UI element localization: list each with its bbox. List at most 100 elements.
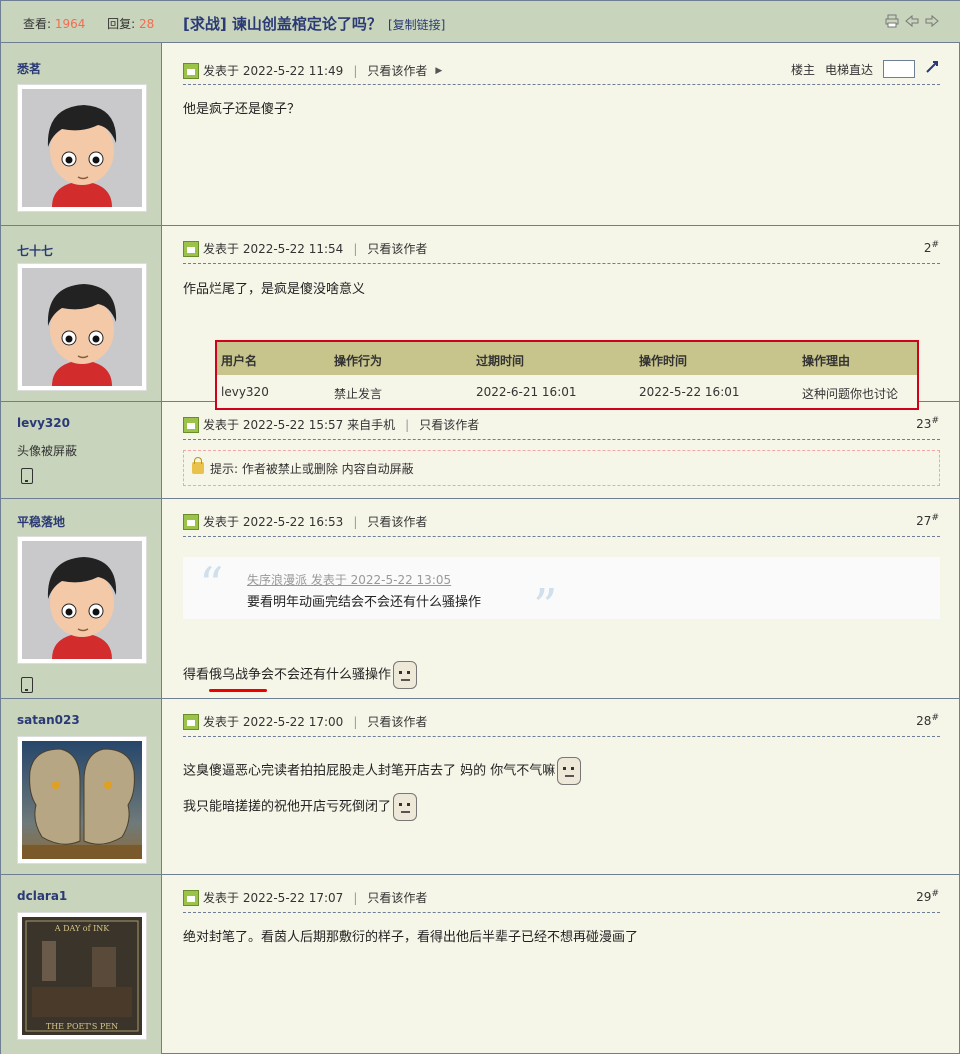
thread-stats: 查看: 1964 回复: 28 <box>23 15 154 32</box>
previous-thread-icon[interactable] <box>905 14 919 28</box>
post-1: 悉茗 发表于 2022-5-22 11:49 | 只看该作者 ▶ 楼主 电梯直达… <box>1 44 960 225</box>
post-status-icon <box>183 240 199 257</box>
moderation-table: 用户名 操作行为 过期时间 操作时间 操作理由 levy320 禁止发言 202… <box>215 340 919 410</box>
mobile-icon <box>21 468 33 484</box>
only-author-link[interactable]: 只看该作者 <box>367 513 427 530</box>
emoticon-icon <box>557 757 582 785</box>
red-underline-annotation <box>209 689 267 692</box>
post-content-line-1: 这臭傻逼恶心完读者拍拍屁股走人封笔开店去了 妈的 你气不气嘛 <box>183 757 582 785</box>
avatar-caption-top: A DAY of INK <box>54 924 110 933</box>
post-date: 发表于 2022-5-22 17:07 <box>203 891 344 905</box>
quote-source[interactable]: 失序浪漫派 发表于 2022-5-22 13:05 <box>247 571 451 588</box>
post-content: 绝对封笔了。看茵人后期那敷衍的样子，看得出他后半辈子已经不想再碰漫画了 <box>183 930 639 945</box>
thread-page: 查看: 1964 回复: 28 [求战] 谏山创盖棺定论了吗？ [复制链接] 悉茗 <box>0 0 960 1054</box>
post-status-icon <box>183 416 199 433</box>
mod-header-user: 用户名 <box>221 354 258 368</box>
post-divider <box>183 84 940 85</box>
post-meta: 发表于 2022-5-22 11:49 | 只看该作者 ▶ <box>183 62 442 79</box>
copy-link-button[interactable]: [复制链接] <box>388 18 445 32</box>
post-status-icon <box>183 62 199 79</box>
post-author[interactable]: levy320 <box>17 416 70 430</box>
avatar[interactable] <box>17 536 147 664</box>
only-author-link[interactable]: 只看该作者 <box>419 416 479 433</box>
header-tools <box>885 14 939 28</box>
post-author[interactable]: dclara1 <box>17 889 67 903</box>
floor-jump-input[interactable] <box>883 60 915 78</box>
floor-number[interactable]: 2# <box>924 240 939 255</box>
quote-text: 要看明年动画完结会不会还有什么骚操作 <box>247 595 482 610</box>
floor-number[interactable]: 23# <box>916 416 939 431</box>
post-meta: 发表于 2022-5-22 16:53 | 只看该作者 <box>183 513 427 530</box>
post-6: dclara1 A DAY of INK THE POET'S PEN 发表于 … <box>1 875 960 1054</box>
mobile-icon <box>21 677 33 693</box>
post-5: satan023 发表于 2022-5-22 17:00 | 只看该作者 28#… <box>1 699 960 874</box>
mod-header-action: 操作行为 <box>334 354 383 368</box>
floor-number[interactable]: 28# <box>916 713 939 728</box>
views-label: 查看: <box>23 17 52 31</box>
post-divider <box>183 912 940 913</box>
avatar[interactable]: A DAY of INK THE POET'S PEN <box>17 912 147 1040</box>
post-date: 发表于 2022-5-22 11:54 <box>203 242 344 256</box>
mod-cell-action: 禁止发言 <box>334 387 383 401</box>
floor-tools: 楼主 电梯直达 <box>791 60 939 78</box>
post-divider <box>183 263 940 264</box>
post-content: 他是疯子还是傻子？ <box>183 102 301 117</box>
emoticon-icon <box>393 793 418 821</box>
emoticon-icon <box>393 661 418 689</box>
print-icon[interactable] <box>885 14 899 28</box>
post-status-icon <box>183 713 199 730</box>
replies-count: 28 <box>138 17 155 31</box>
go-floor-icon[interactable] <box>925 60 939 78</box>
post-divider <box>183 536 940 537</box>
blocked-notice: 提示: 作者被禁止或删除 内容自动屏蔽 <box>183 450 940 486</box>
replies-label: 回复: <box>107 17 136 31</box>
only-author-link[interactable]: 只看该作者 <box>367 240 427 257</box>
next-thread-icon[interactable] <box>925 14 939 28</box>
triangle-right-icon[interactable]: ▶ <box>435 66 442 76</box>
avatar[interactable] <box>17 263 147 391</box>
post-date: 发表于 2022-5-22 16:53 <box>203 515 344 529</box>
blocked-notice-text: 提示: 作者被禁止或删除 内容自动屏蔽 <box>210 461 414 476</box>
quote-close-icon: ” <box>533 579 558 635</box>
post-date: 发表于 2022-5-22 17:00 <box>203 715 344 729</box>
post-author[interactable]: 平稳落地 <box>17 513 65 530</box>
post-content: 得看俄乌战争会不会还有什么骚操作 <box>183 661 418 689</box>
avatar[interactable] <box>17 736 147 864</box>
elevator-label: 电梯直达 <box>824 62 873 77</box>
mod-cell-reason: 这种问题你也讨论 <box>802 387 899 401</box>
post-meta: 发表于 2022-5-22 17:00 | 只看该作者 <box>183 713 427 730</box>
post-author[interactable]: 悉茗 <box>17 60 41 77</box>
post-status-icon <box>183 889 199 906</box>
views-count: 1964 <box>54 17 86 31</box>
mod-header-expire: 过期时间 <box>476 354 525 368</box>
mod-cell-expire: 2022-6-21 16:01 <box>476 385 577 399</box>
post-date: 发表于 2022-5-22 11:49 <box>203 64 344 78</box>
only-author-link[interactable]: 只看该作者 <box>367 713 427 730</box>
post-content: 作品烂尾了，是疯是傻没啥意义 <box>183 282 366 297</box>
avatar-caption-bottom: THE POET'S PEN <box>46 1022 118 1031</box>
mod-cell-time: 2022-5-22 16:01 <box>639 385 740 399</box>
thread-header: 查看: 1964 回复: 28 [求战] 谏山创盖棺定论了吗？ [复制链接] <box>1 1 960 43</box>
lock-icon <box>192 457 204 474</box>
moderation-table-header: 用户名 操作行为 过期时间 操作时间 操作理由 <box>217 342 917 375</box>
floor-number[interactable]: 27# <box>916 513 939 528</box>
only-author-link[interactable]: 只看该作者 <box>367 889 427 906</box>
post-meta: 发表于 2022-5-22 17:07 | 只看该作者 <box>183 889 427 906</box>
post-divider <box>183 439 940 440</box>
thread-title-text: [求战] 谏山创盖棺定论了吗？ <box>183 15 382 33</box>
post-content-line-2: 我只能暗搓搓的祝他开店亏死倒闭了 <box>183 793 418 821</box>
post-meta: 发表于 2022-5-22 15:57 来自手机 | 只看该作者 <box>183 416 479 433</box>
post-author[interactable]: 七十七 <box>17 242 53 259</box>
floor-label: 楼主 <box>790 62 815 77</box>
post-date: 发表于 2022-5-22 15:57 来自手机 <box>203 418 396 432</box>
floor-number[interactable]: 29# <box>916 889 939 904</box>
post-author[interactable]: satan023 <box>17 713 80 727</box>
mod-header-reason: 操作理由 <box>802 354 851 368</box>
only-author-link[interactable]: 只看该作者 <box>367 62 427 79</box>
avatar[interactable] <box>17 84 147 212</box>
quote-block: “ 失序浪漫派 发表于 2022-5-22 13:05 要看明年动画完结会不会还… <box>183 557 940 635</box>
mod-cell-user[interactable]: levy320 <box>221 385 269 399</box>
post-divider <box>183 736 940 737</box>
thread-title: [求战] 谏山创盖棺定论了吗？ [复制链接] <box>183 13 445 34</box>
quote-open-icon: “ <box>199 557 224 613</box>
